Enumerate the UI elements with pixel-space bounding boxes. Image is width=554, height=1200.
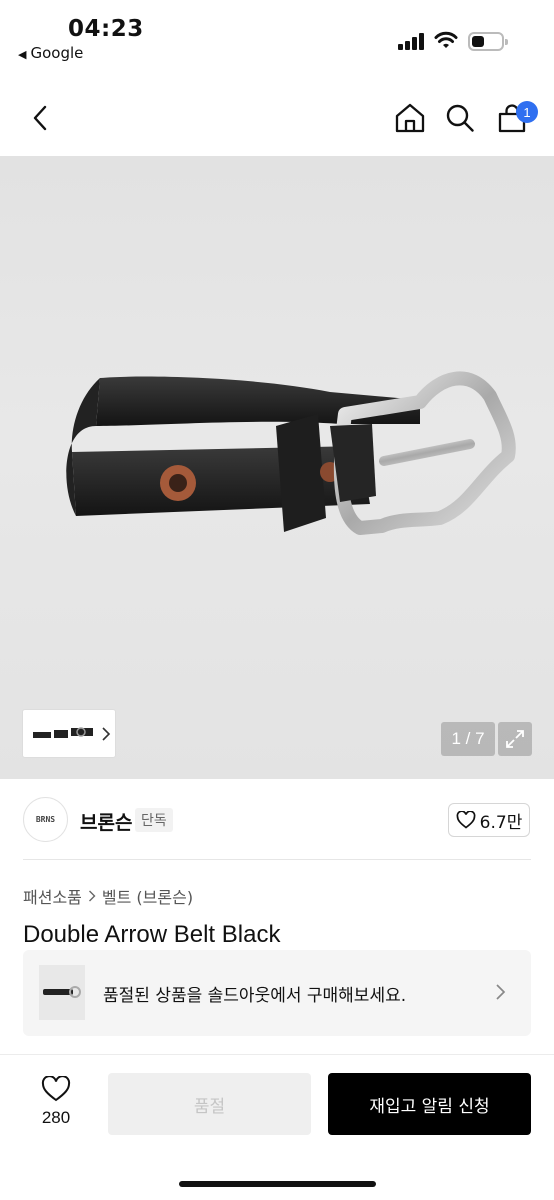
back-to-app-link[interactable]: ◀ Google: [18, 44, 83, 62]
brand-like-button[interactable]: 6.7만: [448, 803, 530, 837]
chevron-right-icon: [88, 890, 96, 902]
soldout-button[interactable]: 품절: [108, 1073, 311, 1135]
battery-icon: [468, 32, 508, 51]
brand-logo[interactable]: BRNS: [23, 797, 68, 842]
belt-thumbnail-icon: [43, 986, 81, 998]
product-like-button[interactable]: 280: [30, 1074, 82, 1134]
search-icon: [446, 104, 474, 132]
home-button[interactable]: [388, 80, 432, 156]
back-app-label: Google: [30, 44, 84, 62]
product-like-count: 280: [41, 1108, 71, 1127]
bottom-bar-divider: [0, 1054, 554, 1055]
brand-like-count: 6.7만: [479, 812, 523, 833]
brand-row: BRNS 브론슨 단독 6.7만: [0, 780, 554, 860]
heart-icon: [41, 1076, 71, 1102]
breadcrumb: 패션소품 벨트 (브론슨): [23, 884, 193, 908]
wifi-icon: [434, 31, 458, 48]
status-bar: 04:23 ◀ Google: [0, 0, 554, 80]
gallery-thumbnail-strip[interactable]: [22, 709, 116, 758]
chevron-left-icon: [33, 105, 47, 131]
cart-count-badge: 1: [516, 101, 538, 123]
restock-alert-button[interactable]: 재입고 알림 신청: [328, 1073, 531, 1135]
signal-icon: [398, 33, 424, 50]
thumbnail-image: [33, 727, 93, 738]
chevron-right-icon: [102, 727, 111, 741]
chevron-right-icon: [496, 984, 506, 1000]
expand-image-button[interactable]: [498, 722, 532, 756]
product-title: Double Arrow Belt Black: [23, 921, 281, 948]
exclusive-badge: 단독: [135, 808, 173, 832]
soldout-banner[interactable]: 품절된 상품을 솔드아웃에서 구매해보세요.: [23, 950, 531, 1036]
heart-icon: [456, 811, 476, 829]
battery-level: [472, 36, 484, 47]
breadcrumb-subcategory[interactable]: 벨트 (브론슨): [102, 884, 193, 908]
expand-icon: [506, 730, 524, 748]
breadcrumb-category[interactable]: 패션소품: [23, 884, 82, 908]
status-time: 04:23: [68, 16, 144, 42]
app-header: 1: [0, 80, 554, 156]
brand-name[interactable]: 브론슨: [80, 808, 132, 835]
product-image: [66, 371, 516, 535]
divider: [23, 859, 531, 860]
back-triangle-icon: ◀: [18, 48, 27, 61]
brand-logo-text: BRNS: [35, 815, 56, 824]
soldout-thumbnail: [39, 965, 85, 1020]
search-button[interactable]: [438, 80, 482, 156]
soldout-banner-text: 품절된 상품을 솔드아웃에서 구매해보세요.: [103, 986, 407, 1006]
image-counter: 1 / 7: [441, 722, 495, 756]
product-image-gallery[interactable]: 1 / 7: [0, 156, 554, 779]
home-indicator[interactable]: [179, 1181, 376, 1187]
home-icon: [395, 103, 425, 133]
cart-button[interactable]: 1: [490, 80, 538, 156]
back-button[interactable]: [18, 80, 62, 156]
